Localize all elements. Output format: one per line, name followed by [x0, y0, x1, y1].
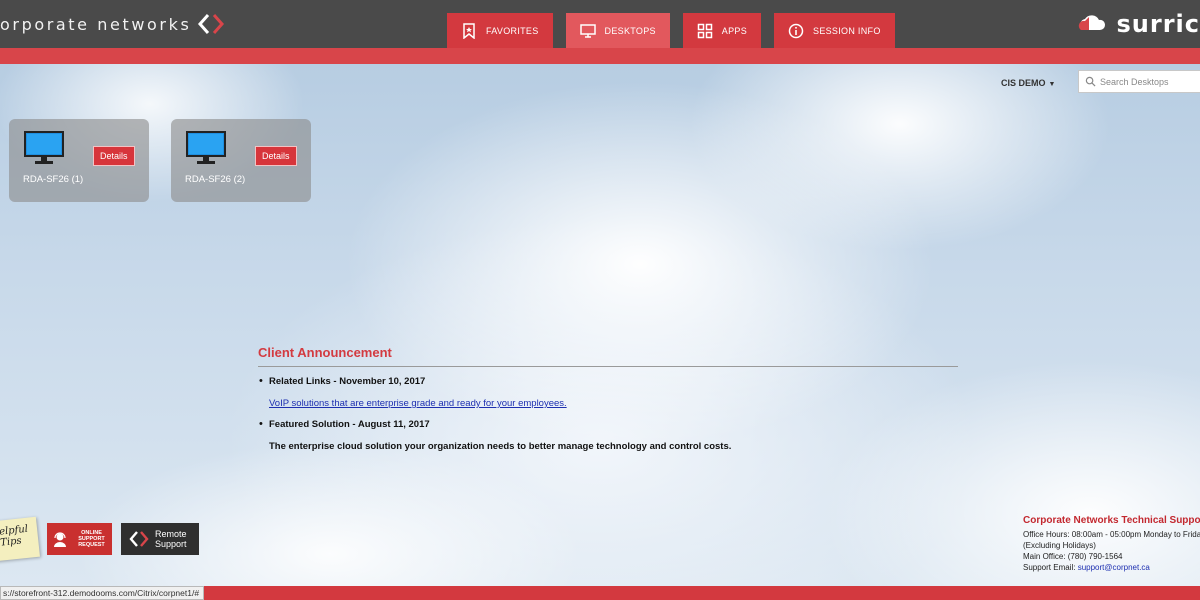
- store-dropdown-label: CIS DEMO: [1001, 78, 1046, 88]
- remote-chevron-icon: [129, 531, 149, 547]
- tab-favorites[interactable]: FAVORITES: [447, 13, 553, 48]
- bookmark-icon: [463, 22, 475, 39]
- surric-logo: surric: [1077, 10, 1200, 38]
- remote-support-label: Remote Support: [155, 529, 187, 549]
- store-dropdown[interactable]: CIS DEMO ▼: [1001, 78, 1055, 88]
- client-announcement: Client Announcement Related Links - Nove…: [258, 345, 958, 460]
- monitor-icon: [579, 23, 596, 38]
- support-hours: Office Hours: 08:00am - 05:00pm Monday t…: [1023, 530, 1200, 539]
- support-email-line: Support Email: support@corpnet.ca: [1023, 563, 1150, 572]
- announcement-heading: Featured Solution - August 11, 2017: [269, 419, 430, 430]
- announcement-item: Featured Solution - August 11, 2017 The …: [258, 418, 958, 454]
- helpful-tips-note[interactable]: elpful Tips: [0, 516, 40, 562]
- tab-desktops[interactable]: DESKTOPS: [565, 13, 670, 48]
- tab-session-info[interactable]: SESSION INFO: [774, 13, 895, 48]
- remote-support-button[interactable]: Remote Support: [121, 523, 199, 555]
- support-holidays: (Excluding Holidays): [1023, 541, 1096, 550]
- desktop-tile[interactable]: Details RDA-SF26 (2): [171, 119, 311, 202]
- search-icon: [1085, 76, 1096, 87]
- desktop-name: RDA-SF26 (2): [185, 174, 246, 185]
- announcement-list: Related Links - November 10, 2017 VoIP s…: [258, 375, 958, 454]
- logo-text: orporate networks: [0, 14, 192, 34]
- desktop-tile[interactable]: Details RDA-SF26 (1): [9, 119, 149, 202]
- announcement-item: Related Links - November 10, 2017 VoIP s…: [258, 375, 958, 411]
- cloud-logo-icon: [1078, 15, 1105, 30]
- header-accent-strip: [0, 48, 1200, 64]
- search-box: [1078, 70, 1200, 93]
- corporate-networks-logo: orporate networks: [0, 12, 227, 36]
- announcement-link[interactable]: VoIP solutions that are enterprise grade…: [269, 398, 567, 409]
- headset-icon: [54, 532, 66, 547]
- header-bar: orporate networks FAVORITES DESKTOPS APP…: [0, 0, 1200, 48]
- technical-support-info: Corporate Networks Technical Support Off…: [1023, 515, 1200, 573]
- main-nav: FAVORITES DESKTOPS APPS SESSION INFO: [447, 13, 895, 48]
- tab-desktops-label: DESKTOPS: [604, 25, 656, 36]
- grid-icon: [697, 23, 713, 38]
- support-main-office: Main Office: (780) 790-1564: [1023, 552, 1123, 561]
- online-support-button[interactable]: ONLINE SUPPORT REQUEST: [47, 523, 112, 555]
- support-title: Corporate Networks Technical Support: [1023, 515, 1200, 526]
- details-button[interactable]: Details: [255, 146, 297, 166]
- brand-text: surric: [1116, 10, 1200, 38]
- announcement-heading: Related Links - November 10, 2017: [269, 376, 426, 387]
- tab-session-info-label: SESSION INFO: [813, 25, 881, 36]
- desktop-name: RDA-SF26 (1): [23, 174, 84, 185]
- details-button[interactable]: Details: [93, 146, 135, 166]
- announcement-title: Client Announcement: [258, 345, 958, 367]
- tips-line-2: Tips: [0, 535, 23, 549]
- chevron-down-icon: ▼: [1048, 81, 1056, 88]
- status-bar-url: s://storefront-312.demodooms.com/Citrix/…: [0, 586, 205, 600]
- logo-chevron-icon: [198, 14, 225, 34]
- announcement-body: The enterprise cloud solution your organ…: [269, 441, 732, 452]
- support-email-link[interactable]: support@corpnet.ca: [1078, 563, 1150, 572]
- search-input[interactable]: [1100, 76, 1200, 87]
- desktop-monitor-icon: [24, 131, 64, 164]
- tab-apps[interactable]: APPS: [682, 13, 762, 48]
- tab-favorites-label: FAVORITES: [486, 25, 539, 36]
- info-icon: [788, 23, 804, 38]
- online-support-label: ONLINE SUPPORT REQUEST: [78, 530, 105, 548]
- desktop-monitor-icon: [186, 131, 226, 164]
- tab-apps-label: APPS: [721, 25, 748, 36]
